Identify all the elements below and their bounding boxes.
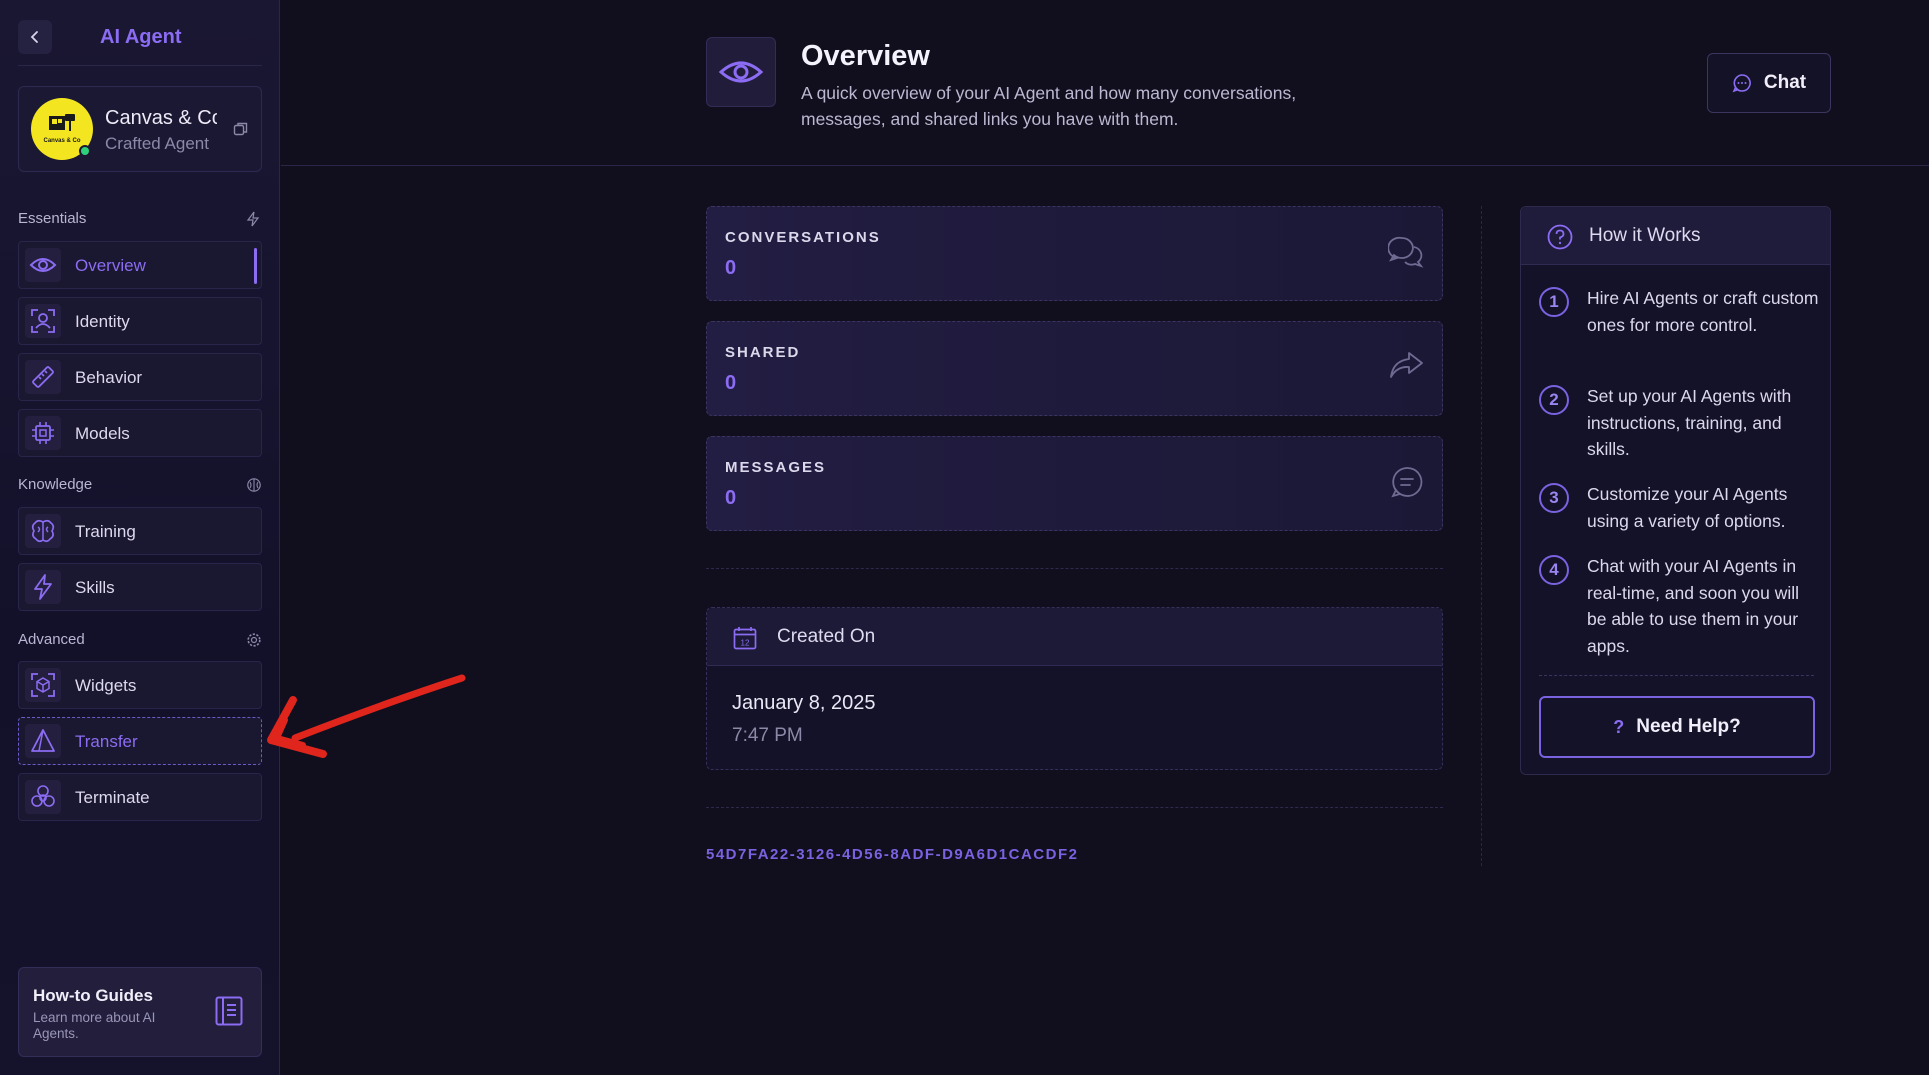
step-number: 1 (1539, 287, 1569, 317)
gear-icon (247, 633, 261, 647)
step-text: Hire AI Agents or craft custom ones for … (1587, 288, 1819, 335)
sidebar-item-overview[interactable]: Overview (18, 241, 262, 289)
sidebar-item-training[interactable]: Training (18, 507, 262, 555)
chat-button-label: Chat (1763, 72, 1807, 93)
sidebar-item-label: Identity (75, 312, 130, 331)
created-on-card: 12 Created On January 8, 2025 7:47 PM (706, 607, 1443, 770)
sidebar-item-behavior[interactable]: Behavior (18, 353, 262, 401)
sidebar-item-label: Widgets (75, 676, 137, 695)
guide-subtitle: Learn more about AI Agents. (33, 1010, 156, 1041)
brain-icon (247, 478, 261, 492)
cube-icon (25, 668, 61, 702)
sidebar-item-transfer[interactable]: Transfer (18, 717, 262, 765)
stat-value: 0 (725, 257, 737, 279)
triangle-icon (25, 724, 61, 758)
agent-subtitle: Crafted Agent (105, 134, 209, 153)
sidebar-item-label: Overview (75, 256, 146, 275)
created-date: January 8, 2025 (732, 692, 876, 714)
sidebar-header: AI Agent (18, 18, 262, 66)
bolt-icon (25, 570, 61, 604)
step-number: 2 (1539, 385, 1569, 415)
book-icon (215, 996, 243, 1026)
stat-card-messages: MESSAGES 0 (706, 436, 1443, 531)
need-help-label: Need Help? (1636, 716, 1741, 737)
share-arrow-icon (1390, 352, 1423, 378)
svg-text:Canvas & Co: Canvas & Co (43, 138, 80, 144)
sidebar-item-models[interactable]: Models (18, 409, 262, 457)
stat-label: SHARED (725, 344, 801, 361)
chat-bubbles-icon (1388, 236, 1424, 268)
step-text: Customize your AI Agents using a variety… (1587, 484, 1788, 531)
sidebar-item-label: Terminate (75, 788, 150, 807)
stat-label: CONVERSATIONS (725, 229, 881, 246)
created-time: 7:47 PM (732, 725, 803, 746)
help-circle-icon (1547, 224, 1573, 250)
message-icon (1391, 467, 1423, 498)
sidebar-item-label: Transfer (75, 732, 138, 751)
step-number: 3 (1539, 483, 1569, 513)
column-divider (1481, 206, 1482, 866)
sidebar-item-skills[interactable]: Skills (18, 563, 262, 611)
guide-title: How-to Guides (33, 986, 153, 1005)
switch-agent-icon[interactable] (233, 121, 249, 142)
ruler-icon (25, 360, 61, 394)
sidebar-item-identity[interactable]: Identity (18, 297, 262, 345)
section-advanced: Advanced (18, 631, 85, 648)
section-essentials: Essentials (18, 210, 87, 227)
biohazard-icon (25, 780, 61, 814)
svg-text:12: 12 (741, 639, 750, 648)
stat-card-shared: SHARED 0 (706, 321, 1443, 416)
sidebar-item-widgets[interactable]: Widgets (18, 661, 262, 709)
agent-card[interactable]: Canvas & Co Canvas & Co Crafted Agent (18, 86, 262, 172)
step-number: 4 (1539, 555, 1569, 585)
stat-card-conversations: CONVERSATIONS 0 (706, 206, 1443, 301)
page-title: Overview (801, 40, 930, 72)
calendar-icon: 12 (733, 627, 757, 650)
back-button[interactable] (18, 20, 52, 54)
sidebar-item-label: Skills (75, 578, 115, 597)
sidebar-item-label: Behavior (75, 368, 143, 387)
sidebar-item-terminate[interactable]: Terminate (18, 773, 262, 821)
question-icon: ? (1613, 716, 1625, 737)
sidebar-title: AI Agent (100, 26, 182, 48)
eye-icon (25, 248, 61, 282)
online-status-dot (79, 145, 91, 157)
sidebar: AI Agent Canvas & Co Canvas & Co Crafted… (0, 0, 280, 1075)
created-on-title: Created On (777, 626, 876, 647)
divider (706, 807, 1443, 808)
sidebar-item-label: Training (75, 522, 136, 541)
chat-icon (1732, 74, 1751, 93)
need-help-button[interactable]: ? Need Help? (1539, 696, 1815, 758)
divider (706, 568, 1443, 569)
chip-icon (25, 416, 61, 450)
agent-uuid[interactable]: 54D7FA22-3126-4D56-8ADF-D9A6D1CACDF2 (706, 846, 1078, 863)
agent-name: Canvas & Co (105, 107, 217, 129)
chevron-left-icon (30, 31, 38, 43)
stat-label: MESSAGES (725, 459, 827, 476)
identity-icon (25, 304, 61, 338)
section-knowledge: Knowledge (18, 476, 93, 493)
stat-value: 0 (725, 487, 737, 509)
how-to-guides-card[interactable]: How-to Guides Learn more about AI Agents… (18, 967, 262, 1057)
divider (1539, 675, 1814, 676)
stat-value: 0 (725, 372, 737, 394)
sidebar-item-label: Models (75, 424, 130, 443)
how-it-works-title: How it Works (1589, 225, 1701, 246)
step-text: Set up your AI Agents with instructions,… (1587, 386, 1792, 459)
chat-button[interactable]: Chat (1707, 53, 1831, 113)
page-description: A quick overview of your AI Agent and ho… (801, 83, 1297, 129)
brain-icon (25, 514, 61, 548)
step-text: Chat with your AI Agents in real-time, a… (1587, 556, 1800, 656)
how-it-works-panel: How it Works 1 Hire AI Agents or craft c… (1520, 206, 1831, 775)
annotation-arrow-icon (267, 674, 466, 758)
bolt-icon (246, 211, 260, 227)
eye-icon (706, 37, 776, 107)
